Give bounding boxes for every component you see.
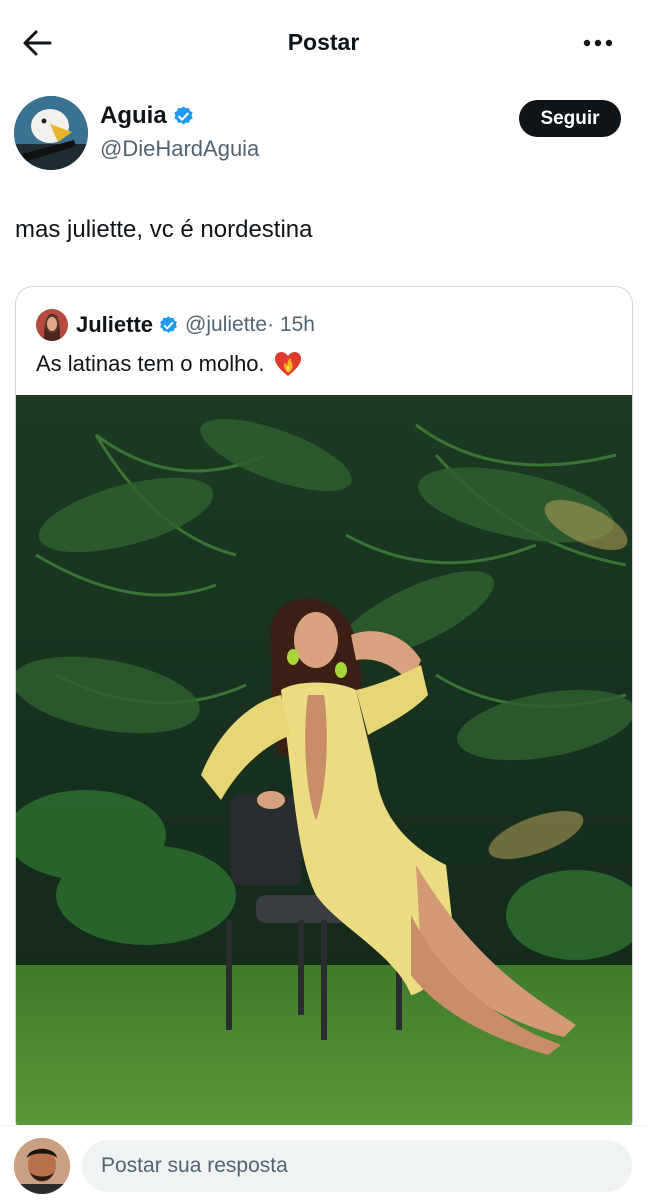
- quoted-text-row: As latinas tem o molho.: [36, 349, 303, 379]
- quoted-handle: @juliette: [185, 313, 268, 336]
- quoted-avatar: [36, 309, 68, 341]
- author-name[interactable]: Aguia: [100, 102, 167, 130]
- page-title: Postar: [287, 29, 360, 55]
- author-handle[interactable]: @DieHardAguia: [100, 136, 259, 162]
- quoted-name: Juliette: [76, 312, 154, 337]
- fire-heart-icon: [274, 352, 301, 376]
- reply-input[interactable]: [82, 1140, 632, 1192]
- quoted-photo[interactable]: [16, 395, 632, 1137]
- photo-woman-yellow-dress-garden: [16, 395, 632, 1137]
- verified-icon: [160, 315, 177, 333]
- quoted-time: · 15h: [267, 313, 315, 336]
- author-avatar[interactable]: [14, 96, 88, 170]
- post-text: mas juliette, vc é nordestina: [15, 216, 313, 243]
- my-avatar[interactable]: [14, 1138, 70, 1194]
- juliette-avatar-image: [36, 309, 68, 341]
- author-name-row: Aguia: [100, 102, 195, 130]
- quoted-header: Juliette @juliette · 15h: [36, 309, 315, 341]
- verified-icon: [174, 105, 193, 124]
- more-options-button[interactable]: [578, 30, 618, 56]
- more-icon: [583, 39, 613, 47]
- reply-bar: [0, 1125, 647, 1201]
- user-avatar-image: [14, 1138, 70, 1194]
- post-author: Aguia @DieHardAguia Seguir: [14, 96, 634, 176]
- quoted-post[interactable]: Juliette @juliette · 15h As latinas tem …: [15, 286, 633, 1138]
- follow-button[interactable]: Seguir: [519, 100, 621, 137]
- eagle-avatar-image: [14, 96, 88, 170]
- top-bar: Postar: [0, 0, 647, 86]
- quoted-text: As latinas tem o molho.: [36, 351, 265, 376]
